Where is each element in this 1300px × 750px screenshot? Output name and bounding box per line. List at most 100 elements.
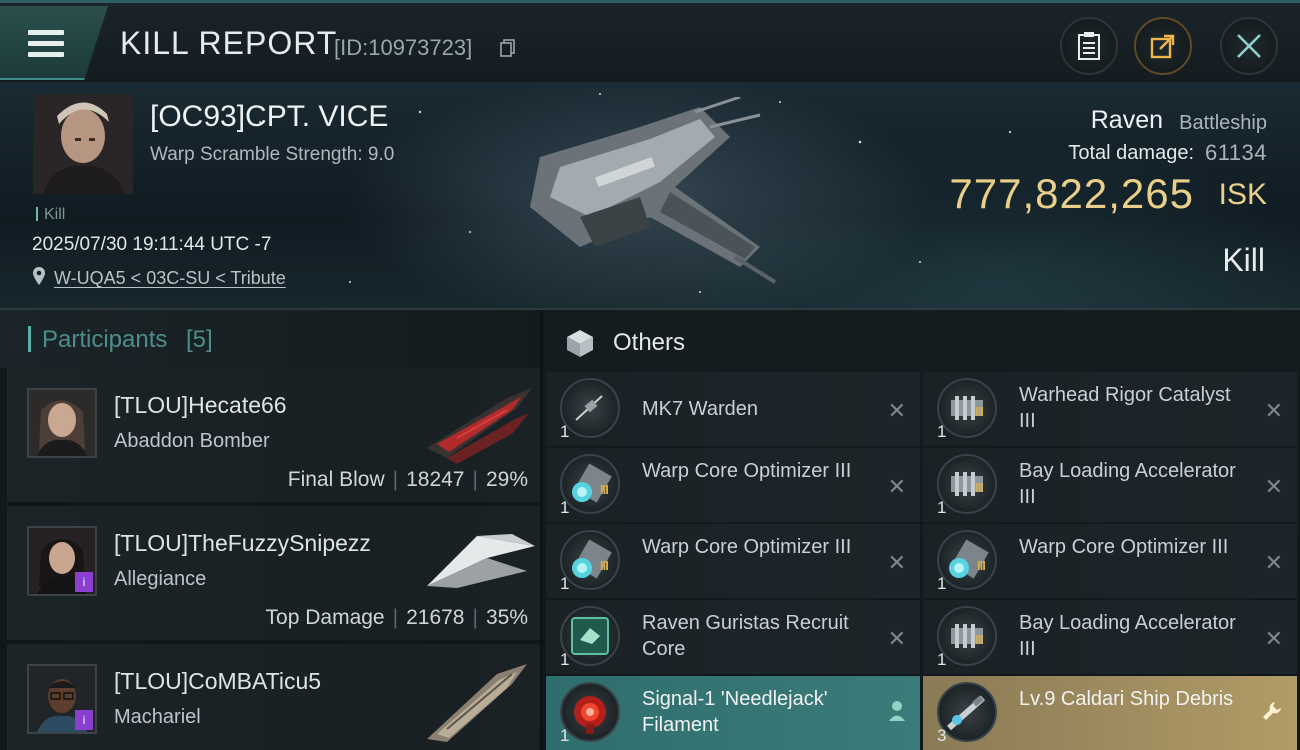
tier-label: III (975, 480, 984, 495)
clipboard-icon (1078, 32, 1100, 60)
location-pin-icon (33, 267, 45, 285)
item-quantity: 1 (560, 650, 570, 669)
destroyed-icon: ✕ (1264, 474, 1283, 499)
participant-ship: Allegiance (114, 568, 207, 590)
kill-datetime: 2025/07/30 19:11:44 UTC -7 (32, 234, 272, 255)
item-slot[interactable]: III 1 Warp Core Optimizer III ✕ (546, 448, 920, 522)
header-bar: KILL REPORT [ID:10973723] (0, 0, 1300, 82)
isk-unit: ISK (1218, 178, 1267, 211)
destroyed-icon: ✕ (1264, 626, 1283, 651)
item-name: Warhead Rigor Catalyst III (1019, 384, 1231, 432)
destroyed-icon: ✕ (887, 550, 906, 575)
others-title: Others (613, 329, 686, 356)
item-slot[interactable]: III 1 Bay Loading Accelerator III ✕ (923, 600, 1297, 674)
wrench-icon (1263, 702, 1281, 720)
tier-label: III (600, 482, 609, 497)
item-name: Raven Guristas Recruit Core (642, 612, 849, 660)
participant-badge: i (75, 572, 93, 592)
item-quantity: 1 (937, 650, 947, 669)
participant-damage-percent: 35% (485, 606, 528, 629)
item-quantity: 1 (937, 422, 947, 441)
item-quantity: 3 (937, 726, 947, 745)
avatar (33, 94, 133, 194)
victim-banner: [OC93]CPT. VICE Warp Scramble Strength: … (0, 82, 1300, 310)
item-name: Warp Core Optimizer III (642, 460, 852, 482)
item-name: Warp Core Optimizer III (642, 536, 852, 558)
participant-ship-image (427, 664, 527, 742)
destroyed-icon: ✕ (887, 626, 906, 651)
final-blow-label: Final Blow (287, 468, 385, 491)
item-name: Bay Loading Accelerator III (1019, 460, 1236, 508)
victim-ship-name: Raven (1090, 106, 1163, 134)
tier-label: III (975, 632, 984, 647)
participant-row[interactable]: i [TLOU]CoMBATicu5 Machariel (7, 644, 540, 750)
avatar: i (27, 526, 97, 596)
participants-title: Participants (42, 326, 168, 353)
destroyed-icon: ✕ (1264, 398, 1283, 423)
item-quantity: 1 (560, 726, 570, 745)
item-slot[interactable]: III 1 Warhead Rigor Catalyst III ✕ (923, 372, 1297, 446)
participants-count: [5] (186, 326, 213, 353)
kill-tag: Kill (36, 206, 65, 224)
hamburger-menu-icon (28, 30, 64, 58)
share-button[interactable] (1134, 17, 1192, 75)
clipboard-button[interactable] (1060, 17, 1118, 75)
share-icon (1150, 34, 1175, 59)
participant-ship: Abaddon Bomber (114, 430, 270, 452)
menu-button[interactable] (0, 6, 108, 80)
participant-damage-percent: 29% (485, 468, 528, 491)
participant-damage: 21678 (406, 606, 465, 629)
participant-row[interactable]: i [TLOU]TheFuzzySnipezz Allegiance Top D… (7, 506, 540, 640)
item-slot[interactable]: 1 MK7 Warden ✕ (546, 372, 920, 446)
report-id: [ID:10973723] (334, 35, 473, 60)
location-link[interactable]: W-UQA5 < 03C-SU < Tribute (54, 268, 286, 289)
participant-damage: 18247 (406, 468, 465, 491)
destroyed-icon: ✕ (887, 474, 906, 499)
participant-name: [TLOU]CoMBATicu5 (114, 668, 322, 694)
copy-icon[interactable] (500, 39, 516, 57)
participant-name: [TLOU]Hecate66 (114, 392, 287, 418)
tier-label: III (977, 558, 986, 573)
destroyed-icon: ✕ (887, 398, 906, 423)
item-name: Warp Core Optimizer III (1019, 536, 1229, 558)
isk-value: 777,822,265 (949, 170, 1194, 217)
total-damage-value: 61134 (1204, 140, 1267, 165)
item-name: MK7 Warden (642, 398, 758, 420)
item-name: Signal-1 'Needlejack' Filament (642, 688, 828, 736)
participant-badge: i (75, 710, 93, 730)
participants-panel: Participants [5] [TLOU]Hecate66 Abaddon … (0, 310, 540, 750)
others-panel: Others 1 MK7 Warden ✕ III 1 Warhead Rigo… (543, 310, 1300, 750)
victim-ship-image (530, 97, 777, 284)
participant-stats: Final Blow | 18247 | 29% (287, 468, 528, 491)
total-damage-label: Total damage: (1068, 142, 1194, 164)
warp-scramble-strength: Warp Scramble Strength: 9.0 (150, 144, 395, 165)
item-slot[interactable]: III 1 Warp Core Optimizer III ✕ (923, 524, 1297, 598)
item-quantity: 1 (937, 574, 947, 593)
destroyed-icon: ✕ (1264, 550, 1283, 575)
person-icon (889, 701, 905, 721)
participant-row[interactable]: [TLOU]Hecate66 Abaddon Bomber Final Blow… (7, 368, 540, 502)
item-slot[interactable]: III 1 Bay Loading Accelerator III ✕ (923, 448, 1297, 522)
item-quantity: 1 (560, 422, 570, 441)
item-slot[interactable]: III 1 Warp Core Optimizer III ✕ (546, 524, 920, 598)
report-result: Kill (1222, 242, 1265, 278)
victim-ship-class: Battleship (1179, 112, 1267, 134)
participants-header[interactable]: Participants [5] (0, 310, 540, 368)
close-icon (1237, 34, 1261, 58)
item-slot[interactable]: 3 Lv.9 Caldari Ship Debris (923, 676, 1297, 750)
tier-label: III (600, 558, 609, 573)
item-slot[interactable]: 1 Raven Guristas Recruit Core ✕ (546, 600, 920, 674)
item-name: Bay Loading Accelerator III (1019, 612, 1236, 660)
item-name: Lv.9 Caldari Ship Debris (1019, 688, 1234, 710)
page-title: KILL REPORT (120, 25, 338, 61)
cube-icon (567, 330, 593, 357)
victim-name: [OC93]CPT. VICE (150, 100, 389, 133)
item-quantity: 1 (560, 498, 570, 517)
participant-stats: Top Damage | 21678 | 35% (265, 606, 528, 629)
tier-label: III (975, 404, 984, 419)
item-slot[interactable]: 1 Signal-1 'Needlejack' Filament (546, 676, 920, 750)
close-button[interactable] (1220, 17, 1278, 75)
participant-ship-image (427, 388, 532, 464)
participant-ship: Machariel (114, 706, 201, 728)
victim-portrait[interactable] (33, 94, 133, 194)
